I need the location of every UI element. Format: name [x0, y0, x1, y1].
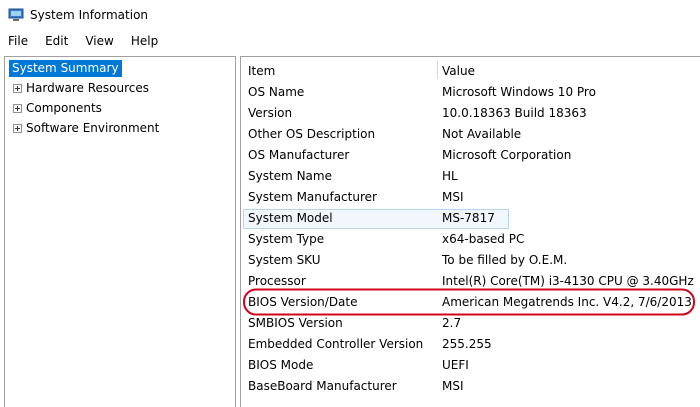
row-item: BaseBoard Manufacturer: [248, 379, 397, 393]
table-row[interactable]: System Manufacturer MSI: [241, 188, 700, 209]
plus-box-icon[interactable]: [13, 103, 22, 113]
row-item: Processor: [248, 274, 306, 288]
table-row[interactable]: Version 10.0.18363 Build 18363: [241, 104, 700, 125]
row-value: Microsoft Corporation: [442, 148, 572, 162]
tree-item-label: Components: [26, 101, 102, 115]
row-value: MSI: [442, 379, 464, 393]
table-row[interactable]: Embedded Controller Version 255.255: [241, 335, 700, 356]
row-value: Not Available: [442, 127, 522, 141]
table-row[interactable]: OS Name Microsoft Windows 10 Pro: [241, 83, 700, 104]
title-bar: System Information: [0, 0, 700, 30]
column-header-item[interactable]: Item: [248, 62, 275, 80]
row-value: 2.7: [442, 316, 462, 330]
row-value: MS-7817: [442, 211, 495, 225]
tree-item-system-summary[interactable]: System Summary: [9, 59, 122, 77]
row-item: BIOS Mode: [248, 358, 314, 372]
system-information-icon: [8, 8, 24, 22]
table-row-bios-version[interactable]: BIOS Version/Date American Megatrends In…: [241, 293, 700, 314]
table-row[interactable]: OS Manufacturer Microsoft Corporation: [241, 146, 700, 167]
tree-item-hardware-resources[interactable]: Hardware Resources: [13, 79, 149, 97]
menu-help[interactable]: Help: [123, 34, 167, 48]
details-list[interactable]: Item Value OS Name Microsoft Windows 10 …: [240, 56, 700, 407]
row-value: American Megatrends Inc. V4.2, 7/6/2013: [442, 295, 692, 309]
column-header-value[interactable]: Value: [442, 62, 475, 80]
row-item: OS Manufacturer: [248, 148, 350, 162]
plus-box-icon[interactable]: [13, 83, 22, 93]
category-tree[interactable]: System Summary Hardware Resources Compon…: [4, 56, 236, 407]
row-value: x64-based PC: [442, 232, 525, 246]
menu-bar: File Edit View Help: [0, 30, 700, 52]
table-row[interactable]: System SKU To be filled by O.E.M.: [241, 251, 700, 272]
row-item: System Name: [248, 169, 332, 183]
table-row[interactable]: Processor Intel(R) Core(TM) i3-4130 CPU …: [241, 272, 700, 293]
menu-edit[interactable]: Edit: [37, 34, 77, 48]
row-item: System SKU: [248, 253, 321, 267]
window-title: System Information: [30, 8, 149, 22]
table-row[interactable]: System Type x64-based PC: [241, 230, 700, 251]
row-item: BIOS Version/Date: [248, 295, 358, 309]
table-row[interactable]: BIOS Mode UEFI: [241, 356, 700, 377]
row-value: HL: [442, 169, 458, 183]
tree-item-software-environment[interactable]: Software Environment: [13, 119, 159, 137]
row-value: Intel(R) Core(TM) i3-4130 CPU @ 3.40GHz: [442, 274, 694, 288]
table-row[interactable]: Other OS Description Not Available: [241, 125, 700, 146]
row-item: System Model: [248, 211, 333, 225]
row-item: Embedded Controller Version: [248, 337, 424, 351]
table-row[interactable]: SMBIOS Version 2.7: [241, 314, 700, 335]
column-separator[interactable]: [437, 61, 438, 79]
menu-view[interactable]: View: [77, 34, 122, 48]
row-value: To be filled by O.E.M.: [442, 253, 568, 267]
tree-item-label: System Summary: [9, 59, 122, 77]
row-item: System Type: [248, 232, 325, 246]
row-item: Other OS Description: [248, 127, 376, 141]
row-item: SMBIOS Version: [248, 316, 343, 330]
plus-box-icon[interactable]: [13, 123, 22, 133]
table-row[interactable]: System Name HL: [241, 167, 700, 188]
menu-file[interactable]: File: [0, 34, 37, 48]
table-row[interactable]: BaseBoard Manufacturer MSI: [241, 377, 700, 398]
tree-item-label: Software Environment: [26, 121, 160, 135]
row-value: Microsoft Windows 10 Pro: [442, 85, 596, 99]
row-item: System Manufacturer: [248, 190, 377, 204]
tree-item-components[interactable]: Components: [13, 99, 102, 117]
row-item: OS Name: [248, 85, 305, 99]
row-value: UEFI: [442, 358, 469, 372]
row-item: Version: [248, 106, 293, 120]
row-value: MSI: [442, 190, 464, 204]
row-value: 10.0.18363 Build 18363: [442, 106, 587, 120]
table-row-focused[interactable]: System Model MS-7817: [241, 209, 700, 230]
row-value: 255.255: [442, 337, 492, 351]
tree-item-label: Hardware Resources: [26, 81, 150, 95]
